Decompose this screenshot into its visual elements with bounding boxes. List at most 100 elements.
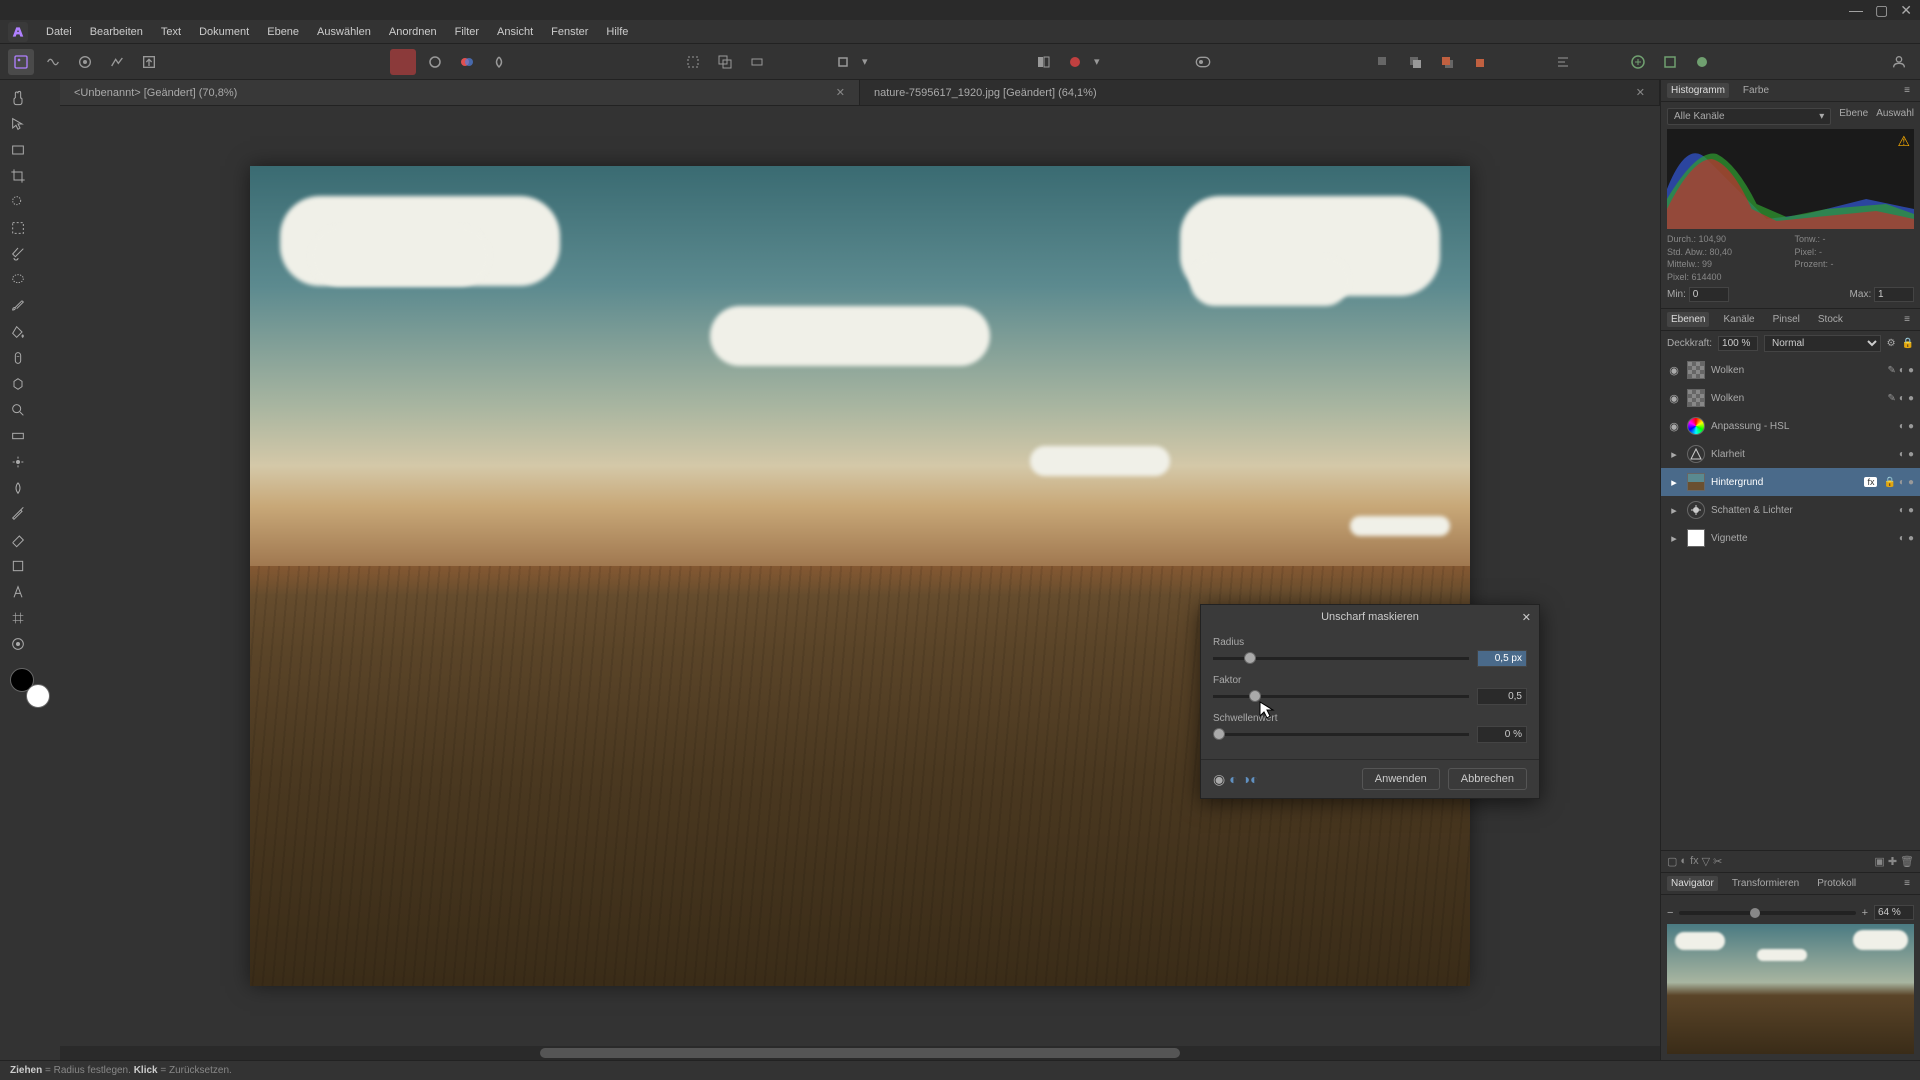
panel-menu-icon[interactable]: ≡	[1900, 876, 1914, 891]
order-forward-icon[interactable]	[1434, 49, 1460, 75]
layer-visibility-icon[interactable]: ◉	[1667, 420, 1681, 433]
faktor-input[interactable]	[1477, 688, 1527, 705]
layer-target-icon[interactable]: ●	[1908, 477, 1914, 488]
layer-thumbnail[interactable]	[1687, 529, 1705, 547]
tab-transformieren[interactable]: Transformieren	[1728, 876, 1803, 891]
dialog-titlebar[interactable]: Unscharf maskieren ✕	[1201, 605, 1539, 629]
fx-add-icon[interactable]: fx	[1690, 855, 1699, 868]
new-layer-icon[interactable]: ✚	[1888, 855, 1897, 868]
layer-row[interactable]: ▸ Hintergrund fx 🔒 ◐●	[1661, 468, 1920, 496]
menu-ebene[interactable]: Ebene	[267, 26, 299, 38]
app-logo[interactable]	[8, 22, 28, 42]
add-adjustment-icon[interactable]	[1689, 49, 1715, 75]
menu-ansicht[interactable]: Ansicht	[497, 26, 533, 38]
color-swatches[interactable]	[10, 668, 50, 708]
split-view-icon[interactable]	[1030, 49, 1056, 75]
dialog-close-icon[interactable]: ✕	[1522, 611, 1531, 624]
autocontrast-icon[interactable]	[454, 49, 480, 75]
menu-datei[interactable]: Datei	[46, 26, 72, 38]
radius-input[interactable]	[1477, 650, 1527, 667]
quick-mask-icon[interactable]	[1190, 49, 1216, 75]
zoom-tool-icon[interactable]	[6, 398, 30, 422]
layer-name[interactable]: Anpassung - HSL	[1711, 421, 1893, 432]
layer-collapse-icon[interactable]: ▸	[1667, 476, 1681, 489]
layer-row[interactable]: ▸ Schatten & Lichter ◐●	[1661, 496, 1920, 524]
view-tool-icon[interactable]	[6, 138, 30, 162]
foreground-color-swatch[interactable]	[26, 684, 50, 708]
layer-row[interactable]: ▸ Vignette ◐●	[1661, 524, 1920, 552]
hand-tool-icon[interactable]	[6, 86, 30, 110]
layer-target-icon[interactable]: ●	[1908, 533, 1914, 544]
blur-tool-icon[interactable]	[6, 476, 30, 500]
fx-badge[interactable]: fx	[1864, 477, 1877, 487]
fill-tool-icon[interactable]	[6, 320, 30, 344]
close-icon[interactable]: ✕	[1900, 2, 1912, 19]
layer-edit-icon[interactable]: ✎	[1888, 365, 1896, 376]
histogram-source-auswahl[interactable]: Auswahl	[1876, 108, 1914, 125]
canvas-viewport[interactable]	[60, 106, 1660, 1046]
autolevels-icon[interactable]	[422, 49, 448, 75]
layer-name[interactable]: Hintergrund	[1711, 477, 1858, 488]
eraser-tool-icon[interactable]	[6, 528, 30, 552]
blend-mode-select[interactable]: Normal	[1764, 335, 1881, 352]
tab-stock[interactable]: Stock	[1814, 312, 1847, 327]
warning-icon[interactable]: ⚠	[1897, 133, 1910, 150]
zoom-input[interactable]	[1874, 905, 1914, 920]
gradient-tool-icon[interactable]	[6, 424, 30, 448]
tab-kanaele[interactable]: Kanäle	[1719, 312, 1758, 327]
selection-sub-icon[interactable]	[744, 49, 770, 75]
filter-add-icon[interactable]: ▽	[1702, 855, 1710, 868]
mask-add-icon[interactable]: ▢	[1667, 855, 1677, 868]
pen-tool-icon[interactable]	[6, 502, 30, 526]
preview-split-icon[interactable]: ◐	[1229, 771, 1237, 788]
tab-document-2[interactable]: nature-7595617_1920.jpg [Geändert] (64,1…	[860, 80, 1660, 105]
canvas[interactable]	[250, 166, 1470, 986]
mesh-tool-icon[interactable]	[6, 606, 30, 630]
preview-mirror-icon[interactable]: ◑◐	[1242, 771, 1259, 788]
crop-add-icon[interactable]: ✂	[1713, 855, 1722, 868]
layer-name[interactable]: Wolken	[1711, 393, 1882, 404]
menu-anordnen[interactable]: Anordnen	[389, 26, 437, 38]
brush-tool-icon[interactable]	[6, 294, 30, 318]
radius-slider[interactable]	[1213, 657, 1469, 660]
layer-thumbnail[interactable]	[1687, 417, 1705, 435]
lock-icon[interactable]: 🔒	[1902, 338, 1914, 349]
shape-tool-icon[interactable]	[6, 554, 30, 578]
faktor-slider[interactable]	[1213, 695, 1469, 698]
layer-row[interactable]: ◉ Anpassung - HSL ◐●	[1661, 412, 1920, 440]
layer-link-icon[interactable]: ◐	[1899, 477, 1905, 488]
account-icon[interactable]	[1886, 49, 1912, 75]
crop-icon[interactable]	[830, 49, 856, 75]
tab-close-icon[interactable]: ✕	[1636, 86, 1645, 99]
layer-name[interactable]: Vignette	[1711, 533, 1893, 544]
layer-visibility-icon[interactable]: ◉	[1667, 364, 1681, 377]
layer-thumbnail[interactable]	[1687, 445, 1705, 463]
menu-hilfe[interactable]: Hilfe	[606, 26, 628, 38]
layer-name[interactable]: Klarheit	[1711, 449, 1893, 460]
panel-menu-icon[interactable]: ≡	[1900, 312, 1914, 327]
marquee-tool-icon[interactable]	[6, 216, 30, 240]
layer-lock-icon[interactable]: 🔒	[1883, 477, 1895, 488]
layer-target-icon[interactable]: ●	[1908, 365, 1914, 376]
move-tool-icon[interactable]	[6, 112, 30, 136]
layer-name[interactable]: Schatten & Lichter	[1711, 505, 1893, 516]
layer-link-icon[interactable]: ◐	[1899, 533, 1905, 544]
layer-target-icon[interactable]: ●	[1908, 449, 1914, 460]
persona-export-icon[interactable]	[136, 49, 162, 75]
layer-target-icon[interactable]: ●	[1908, 505, 1914, 516]
schwellenwert-input[interactable]	[1477, 726, 1527, 743]
layer-collapse-icon[interactable]: ▸	[1667, 532, 1681, 545]
menu-filter[interactable]: Filter	[455, 26, 479, 38]
selection-add-icon[interactable]	[712, 49, 738, 75]
crop-tool-icon[interactable]	[6, 164, 30, 188]
layer-link-icon[interactable]: ◐	[1899, 393, 1905, 404]
zoom-out-icon[interactable]: −	[1667, 907, 1673, 919]
add-layer-icon[interactable]	[1625, 49, 1651, 75]
layer-link-icon[interactable]: ◐	[1899, 421, 1905, 432]
horizontal-scrollbar[interactable]	[60, 1046, 1660, 1060]
order-front-icon[interactable]	[1466, 49, 1492, 75]
align-icon[interactable]	[1550, 49, 1576, 75]
tab-farbe[interactable]: Farbe	[1739, 83, 1773, 98]
persona-develop-icon[interactable]	[72, 49, 98, 75]
lasso-tool-icon[interactable]	[6, 268, 30, 292]
